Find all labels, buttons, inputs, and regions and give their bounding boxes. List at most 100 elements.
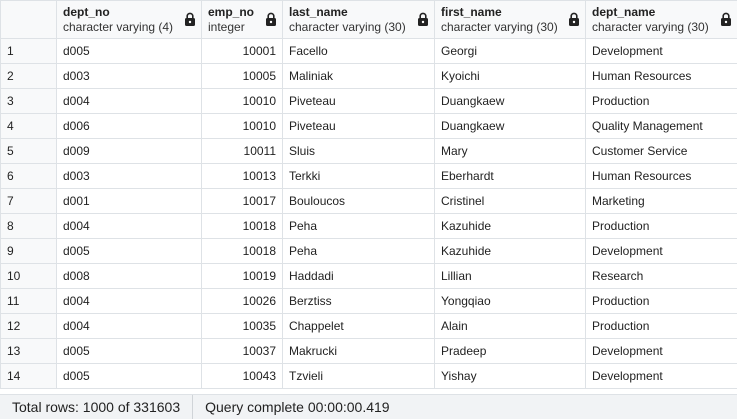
- cell-dept-name[interactable]: Customer Service: [585, 138, 737, 164]
- cell-last-name[interactable]: Haddadi: [282, 263, 435, 289]
- table-row[interactable]: 6 d003 10013 Terkki Eberhardt Human Resources: [0, 163, 737, 189]
- cell-dept-name[interactable]: Research: [585, 263, 737, 289]
- row-number-cell[interactable]: 14: [0, 363, 57, 389]
- cell-last-name[interactable]: Bouloucos: [282, 188, 435, 214]
- column-header-first-name[interactable]: first_name character varying (30): [434, 0, 586, 39]
- cell-dept-no[interactable]: d005: [56, 363, 202, 389]
- cell-first-name[interactable]: Georgi: [434, 38, 586, 64]
- column-header-emp-no[interactable]: emp_no integer: [201, 0, 283, 39]
- cell-dept-name[interactable]: Development: [585, 38, 737, 64]
- cell-dept-no[interactable]: d005: [56, 238, 202, 264]
- row-number-cell[interactable]: 2: [0, 63, 57, 89]
- table-row[interactable]: 4 d006 10010 Piveteau Duangkaew Quality Manag…: [0, 113, 737, 139]
- row-number-cell[interactable]: 7: [0, 188, 57, 214]
- cell-dept-name[interactable]: Human Resources: [585, 63, 737, 89]
- cell-dept-no[interactable]: d009: [56, 138, 202, 164]
- column-header-dept-no[interactable]: dept_no character varying (4): [56, 0, 202, 39]
- cell-dept-name[interactable]: Production: [585, 313, 737, 339]
- cell-emp-no[interactable]: 10019: [201, 263, 283, 289]
- cell-last-name[interactable]: Terkki: [282, 163, 435, 189]
- cell-emp-no[interactable]: 10011: [201, 138, 283, 164]
- cell-first-name[interactable]: Duangkaew: [434, 113, 586, 139]
- column-header-dept-name[interactable]: dept_name character varying (30): [585, 0, 737, 39]
- cell-first-name[interactable]: Mary: [434, 138, 586, 164]
- cell-emp-no[interactable]: 10001: [201, 38, 283, 64]
- row-number-header[interactable]: [0, 0, 57, 39]
- column-header-last-name[interactable]: last_name character varying (30): [282, 0, 435, 39]
- cell-dept-no[interactable]: d005: [56, 38, 202, 64]
- row-number-cell[interactable]: 1: [0, 38, 57, 64]
- cell-dept-name[interactable]: Development: [585, 238, 737, 264]
- table-row[interactable]: 11 d004 10026 Berztiss Yongqiao Production: [0, 288, 737, 314]
- table-row[interactable]: 13 d005 10037 Makrucki Pradeep Development: [0, 338, 737, 364]
- cell-last-name[interactable]: Tzvieli: [282, 363, 435, 389]
- cell-emp-no[interactable]: 10013: [201, 163, 283, 189]
- row-number-cell[interactable]: 8: [0, 213, 57, 239]
- cell-emp-no[interactable]: 10035: [201, 313, 283, 339]
- cell-dept-name[interactable]: Human Resources: [585, 163, 737, 189]
- cell-dept-no[interactable]: d006: [56, 113, 202, 139]
- cell-last-name[interactable]: Chappelet: [282, 313, 435, 339]
- cell-first-name[interactable]: Alain: [434, 313, 586, 339]
- cell-emp-no[interactable]: 10010: [201, 88, 283, 114]
- table-row[interactable]: 7 d001 10017 Bouloucos Cristinel Marketing: [0, 188, 737, 214]
- cell-first-name[interactable]: Kazuhide: [434, 238, 586, 264]
- cell-first-name[interactable]: Kazuhide: [434, 213, 586, 239]
- cell-dept-name[interactable]: Development: [585, 338, 737, 364]
- cell-emp-no[interactable]: 10018: [201, 213, 283, 239]
- cell-last-name[interactable]: Berztiss: [282, 288, 435, 314]
- cell-dept-name[interactable]: Production: [585, 288, 737, 314]
- cell-first-name[interactable]: Duangkaew: [434, 88, 586, 114]
- cell-dept-name[interactable]: Marketing: [585, 188, 737, 214]
- cell-first-name[interactable]: Yongqiao: [434, 288, 586, 314]
- cell-emp-no[interactable]: 10017: [201, 188, 283, 214]
- cell-emp-no[interactable]: 10043: [201, 363, 283, 389]
- cell-dept-name[interactable]: Development: [585, 363, 737, 389]
- cell-last-name[interactable]: Peha: [282, 238, 435, 264]
- row-number-cell[interactable]: 4: [0, 113, 57, 139]
- table-row[interactable]: 8 d004 10018 Peha Kazuhide Production: [0, 213, 737, 239]
- table-row[interactable]: 14 d005 10043 Tzvieli Yishay Development: [0, 363, 737, 389]
- row-number-cell[interactable]: 13: [0, 338, 57, 364]
- cell-dept-no[interactable]: d004: [56, 288, 202, 314]
- table-row[interactable]: 10 d008 10019 Haddadi Lillian Research: [0, 263, 737, 289]
- cell-last-name[interactable]: Peha: [282, 213, 435, 239]
- cell-emp-no[interactable]: 10005: [201, 63, 283, 89]
- cell-dept-no[interactable]: d004: [56, 313, 202, 339]
- cell-last-name[interactable]: Piveteau: [282, 88, 435, 114]
- cell-emp-no[interactable]: 10026: [201, 288, 283, 314]
- cell-first-name[interactable]: Cristinel: [434, 188, 586, 214]
- row-number-cell[interactable]: 11: [0, 288, 57, 314]
- cell-first-name[interactable]: Kyoichi: [434, 63, 586, 89]
- row-number-cell[interactable]: 10: [0, 263, 57, 289]
- cell-first-name[interactable]: Eberhardt: [434, 163, 586, 189]
- cell-last-name[interactable]: Makrucki: [282, 338, 435, 364]
- cell-first-name[interactable]: Pradeep: [434, 338, 586, 364]
- cell-emp-no[interactable]: 10037: [201, 338, 283, 364]
- cell-dept-name[interactable]: Production: [585, 88, 737, 114]
- cell-emp-no[interactable]: 10010: [201, 113, 283, 139]
- table-row[interactable]: 1 d005 10001 Facello Georgi Development: [0, 38, 737, 64]
- cell-last-name[interactable]: Facello: [282, 38, 435, 64]
- row-number-cell[interactable]: 9: [0, 238, 57, 264]
- cell-dept-name[interactable]: Quality Management: [585, 113, 737, 139]
- row-number-cell[interactable]: 3: [0, 88, 57, 114]
- cell-dept-name[interactable]: Production: [585, 213, 737, 239]
- cell-first-name[interactable]: Yishay: [434, 363, 586, 389]
- table-row[interactable]: 3 d004 10010 Piveteau Duangkaew Production: [0, 88, 737, 114]
- cell-dept-no[interactable]: d008: [56, 263, 202, 289]
- table-row[interactable]: 12 d004 10035 Chappelet Alain Production: [0, 313, 737, 339]
- table-row[interactable]: 9 d005 10018 Peha Kazuhide Development: [0, 238, 737, 264]
- cell-dept-no[interactable]: d003: [56, 163, 202, 189]
- row-number-cell[interactable]: 12: [0, 313, 57, 339]
- cell-dept-no[interactable]: d005: [56, 338, 202, 364]
- table-row[interactable]: 5 d009 10011 Sluis Mary Customer Service: [0, 138, 737, 164]
- row-number-cell[interactable]: 5: [0, 138, 57, 164]
- cell-dept-no[interactable]: d003: [56, 63, 202, 89]
- cell-last-name[interactable]: Sluis: [282, 138, 435, 164]
- cell-dept-no[interactable]: d001: [56, 188, 202, 214]
- cell-emp-no[interactable]: 10018: [201, 238, 283, 264]
- cell-last-name[interactable]: Piveteau: [282, 113, 435, 139]
- cell-last-name[interactable]: Maliniak: [282, 63, 435, 89]
- cell-dept-no[interactable]: d004: [56, 88, 202, 114]
